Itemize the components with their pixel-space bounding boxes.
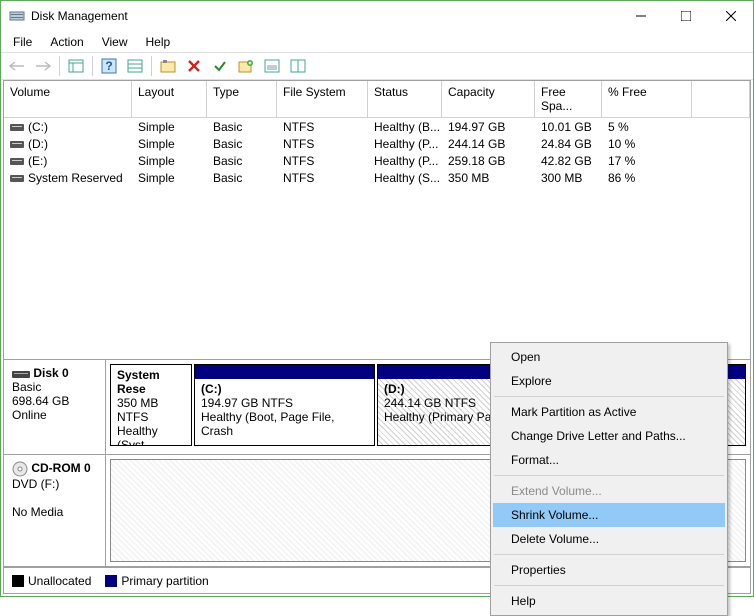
back-button [5,54,29,78]
toolbar-view-icon[interactable] [64,54,88,78]
col-capacity[interactable]: Capacity [442,81,535,117]
titlebar: Disk Management [1,1,753,31]
ctx-extend: Extend Volume... [493,479,725,503]
menu-action[interactable]: Action [42,33,91,51]
help-icon[interactable]: ? [97,54,121,78]
delete-icon[interactable] [182,54,206,78]
disk0-state: Online [12,408,47,422]
ctx-properties[interactable]: Properties [493,558,725,582]
ctx-mark-active[interactable]: Mark Partition as Active [493,400,725,424]
volume-row[interactable]: System ReservedSimpleBasicNTFSHealthy (S… [4,169,750,186]
ctx-help[interactable]: Help [493,589,725,613]
toolbar-add-icon[interactable] [234,54,258,78]
toolbar-list-icon[interactable] [123,54,147,78]
volume-row[interactable]: (E:)SimpleBasicNTFSHealthy (P...259.18 G… [4,152,750,169]
volume-list[interactable]: Volume Layout Type File System Status Ca… [4,81,750,360]
disk0-label: Disk 0 [33,366,68,380]
col-pct[interactable]: % Free [602,81,692,117]
col-layout[interactable]: Layout [132,81,207,117]
ctx-open[interactable]: Open [493,345,725,369]
check-icon[interactable] [208,54,232,78]
menu-file[interactable]: File [5,33,40,51]
ctx-change-letter[interactable]: Change Drive Letter and Paths... [493,424,725,448]
svg-text:?: ? [105,59,112,73]
legend-primary: Primary partition [121,574,208,588]
ctx-format[interactable]: Format... [493,448,725,472]
maximize-button[interactable] [663,2,708,31]
legend-unallocated: Unallocated [28,574,91,588]
app-icon [9,8,25,24]
ctx-shrink[interactable]: Shrink Volume... [493,503,725,527]
volume-list-header: Volume Layout Type File System Status Ca… [4,81,750,118]
toolbar-settings-icon[interactable] [156,54,180,78]
ctx-delete[interactable]: Delete Volume... [493,527,725,551]
cdrom-info[interactable]: CD-ROM 0 DVD (F:) No Media [4,455,106,566]
volume-row[interactable]: (D:)SimpleBasicNTFSHealthy (P...244.14 G… [4,135,750,152]
col-spacer [692,81,750,117]
context-menu: Open Explore Mark Partition as Active Ch… [490,342,728,616]
volume-row[interactable]: (C:)SimpleBasicNTFSHealthy (B...194.97 G… [4,118,750,135]
disk0-size: 698.64 GB [12,394,69,408]
col-filesystem[interactable]: File System [277,81,368,117]
toolbar-window-icon[interactable] [286,54,310,78]
menu-view[interactable]: View [94,33,136,51]
col-volume[interactable]: Volume [4,81,132,117]
disk0-type: Basic [12,380,41,394]
col-type[interactable]: Type [207,81,277,117]
toolbar: ? [1,52,753,80]
toolbar-disk-icon[interactable] [260,54,284,78]
disk0-info[interactable]: Disk 0 Basic 698.64 GB Online [4,360,106,454]
menu-help[interactable]: Help [138,33,179,51]
cdrom-line2: DVD (F:) [12,477,59,491]
ctx-explore[interactable]: Explore [493,369,725,393]
col-free[interactable]: Free Spa... [535,81,602,117]
partition-system-reserved[interactable]: System Rese 350 MB NTFS Healthy (Syst [110,364,192,446]
menubar: File Action View Help [1,31,753,52]
col-status[interactable]: Status [368,81,442,117]
window-title: Disk Management [31,9,618,23]
forward-button [31,54,55,78]
minimize-button[interactable] [618,2,663,31]
partition-c[interactable]: (C:) 194.97 GB NTFS Healthy (Boot, Page … [194,364,375,446]
cdrom-label: CD-ROM 0 [31,461,90,475]
cdrom-line3: No Media [12,505,63,519]
close-button[interactable] [708,2,753,31]
